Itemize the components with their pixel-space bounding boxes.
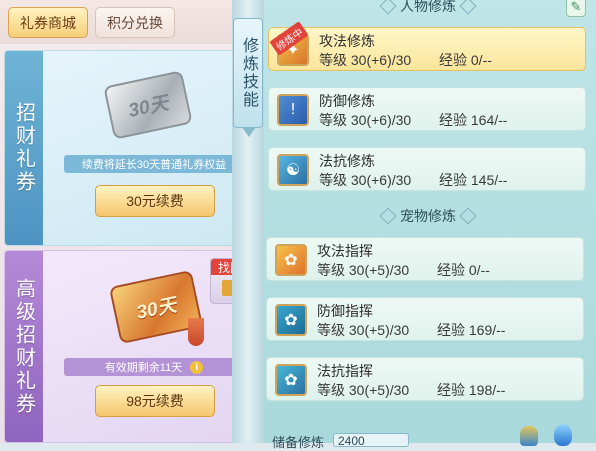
exp-value: 198/-- (468, 382, 506, 398)
level-label: 等级 (319, 112, 347, 128)
skill-level: 等级 30(+5)/30 (317, 380, 409, 400)
tab-coupon-mall[interactable]: 礼券商城 (8, 7, 88, 38)
renew-note-text: 续费将延长30天普通礼券权益 (81, 159, 227, 171)
skill-row[interactable]: ✦ 修炼中 攻法修炼 等级 30(+6)/30 经验 0/-- (268, 21, 586, 71)
exp-label: 经验 (437, 262, 465, 278)
skill-row[interactable]: ✿ 防御指挥 等级 30(+5)/30 经验 169/-- (266, 297, 584, 341)
level-value: 30(+5)/30 (348, 262, 410, 278)
skill-level: 等级 30(+6)/30 (319, 170, 411, 190)
paw-attack-icon: ✿ (275, 244, 307, 276)
paw-resist-icon: ✿ (275, 364, 307, 396)
coupon-days-label: 30天 (126, 92, 171, 122)
skill-level: 等级 30(+6)/30 (319, 50, 411, 70)
validity-note: 有效期剩余11天 i (64, 358, 244, 376)
section-title-character: 人物修炼 (376, 0, 480, 16)
level-value: 30(+6)/30 (350, 52, 412, 68)
level-value: 30(+5)/30 (348, 322, 410, 338)
exp-label: 经验 (439, 52, 467, 68)
potion-icon[interactable] (520, 426, 538, 446)
exp-label: 经验 (437, 382, 465, 398)
skill-exp: 经验 145/-- (439, 170, 507, 190)
exp-label: 经验 (437, 322, 465, 338)
skill-row[interactable]: ! 防御修炼 等级 30(+6)/30 经验 164/-- (268, 87, 586, 131)
skill-row[interactable]: ✿ 攻法指挥 等级 30(+5)/30 经验 0/-- (266, 237, 584, 281)
renew-30-button[interactable]: 30元续费 (95, 185, 215, 217)
paw-defense-icon: ✿ (275, 304, 307, 336)
shield-icon: ! (277, 94, 309, 126)
skill-exp: 经验 164/-- (439, 110, 507, 130)
level-label: 等级 (319, 52, 347, 68)
tab-points-exchange[interactable]: 积分兑换 (95, 7, 175, 38)
skill-level: 等级 30(+5)/30 (317, 320, 409, 340)
taiji-icon: ☯ (277, 154, 309, 186)
exp-value: 164/-- (470, 112, 508, 128)
skill-name: 法抗修炼 (319, 153, 375, 169)
reserve-label: 储备修炼 (272, 435, 325, 450)
skill-name: 攻法指挥 (317, 243, 373, 259)
exp-value: 0/-- (470, 52, 492, 68)
skill-name: 防御指挥 (317, 303, 373, 319)
card-band: 高级招财礼券 (5, 251, 43, 442)
skill-level: 等级 30(+6)/30 (319, 110, 411, 130)
cultivation-tab-label: 修炼技能 (240, 37, 257, 109)
level-value: 30(+5)/30 (348, 382, 410, 398)
exp-label: 经验 (439, 172, 467, 188)
exp-value: 169/-- (468, 322, 506, 338)
skill-exp: 经验 0/-- (437, 260, 490, 280)
level-label: 等级 (317, 262, 345, 278)
exp-value: 0/-- (468, 262, 490, 278)
card-band-label: 高级招财礼券 (12, 277, 35, 416)
renew-98-button[interactable]: 98元续费 (95, 385, 215, 417)
level-label: 等级 (317, 322, 345, 338)
card-band-label: 招财礼券 (12, 102, 35, 194)
tassel-icon (188, 318, 204, 346)
coupon-days-label: 30天 (134, 294, 179, 324)
skill-exp: 经验 198/-- (437, 380, 505, 400)
validity-note-text: 有效期剩余11天 (104, 362, 183, 374)
reserve-value: 2400 (333, 433, 409, 448)
exp-label: 经验 (439, 112, 467, 128)
level-label: 等级 (317, 382, 345, 398)
tab-bar: 礼券商城 积分兑换 (0, 0, 262, 44)
skill-row[interactable]: ✿ 法抗指挥 等级 30(+5)/30 经验 198/-- (266, 357, 584, 401)
exp-value: 145/-- (470, 172, 508, 188)
skill-name: 攻法修炼 (319, 33, 375, 49)
info-icon[interactable]: i (190, 360, 204, 374)
tab-cultivation-skills[interactable]: 修炼技能 (233, 18, 263, 137)
skill-level: 等级 30(+5)/30 (317, 260, 409, 280)
level-label: 等级 (319, 172, 347, 188)
skill-row[interactable]: ☯ 法抗修炼 等级 30(+6)/30 经验 145/-- (268, 147, 586, 191)
skill-name: 法抗指挥 (317, 363, 373, 379)
level-value: 30(+6)/30 (350, 172, 412, 188)
skill-name: 防御修炼 (319, 93, 375, 109)
level-value: 30(+6)/30 (350, 112, 412, 128)
section-title-pet: 宠物修炼 (376, 206, 480, 226)
renew-note: 续费将延长30天普通礼券权益 (64, 155, 244, 173)
card-band: 招财礼券 (5, 51, 43, 245)
arrow-down-icon (242, 127, 256, 137)
skill-exp: 经验 0/-- (439, 50, 492, 70)
edit-icon[interactable]: ✎ (566, 0, 586, 17)
skill-exp: 经验 169/-- (437, 320, 505, 340)
